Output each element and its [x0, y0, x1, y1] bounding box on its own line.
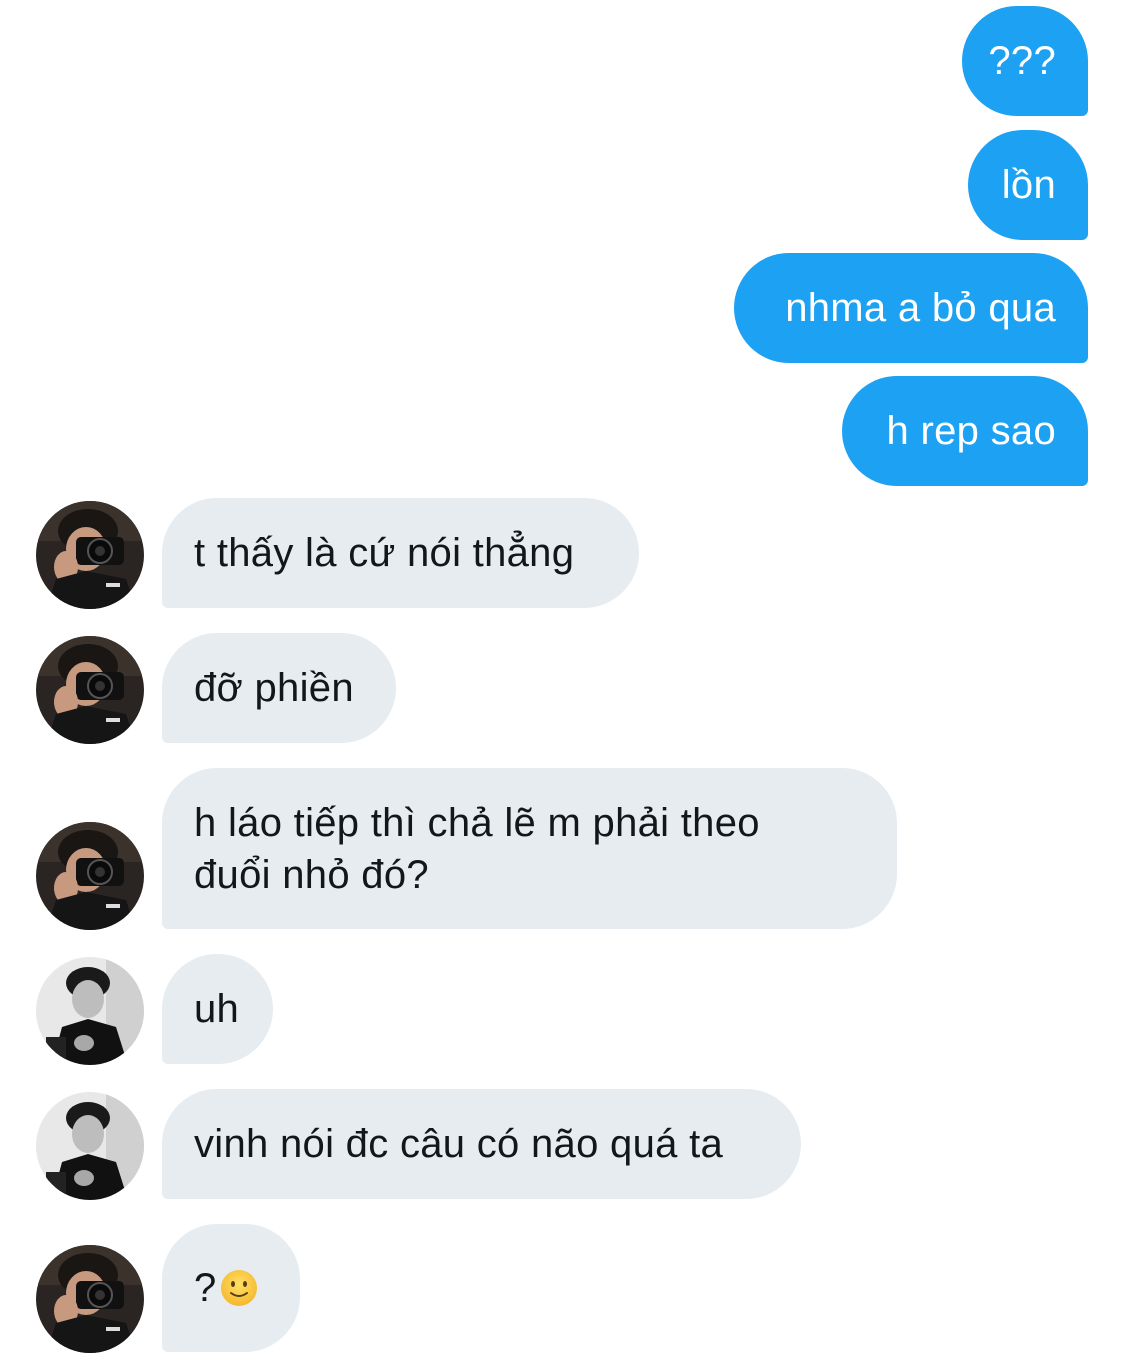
received-message[interactable]: ? [162, 1224, 300, 1352]
camera-person-avatar[interactable] [36, 822, 144, 930]
message-text: h rep sao [886, 409, 1056, 453]
message-text-line-1: h láo tiếp thì chả lẽ m phải theo [194, 800, 760, 845]
message-text: ? [194, 1266, 217, 1310]
bw-portrait-avatar[interactable] [36, 957, 144, 1065]
received-message[interactable]: vinh nói đc câu có não quá ta [162, 1089, 801, 1199]
received-message[interactable]: uh [162, 954, 273, 1064]
message-text: nhma a bỏ qua [785, 286, 1056, 330]
message-text: lồn [1001, 163, 1056, 207]
sent-message[interactable]: lồn [968, 130, 1088, 240]
sent-message[interactable]: ??? [962, 6, 1088, 116]
received-message[interactable]: đỡ phiền [162, 633, 396, 743]
message-text-line-2: đuổi nhỏ đó? [194, 852, 429, 897]
message-text: uh [194, 987, 240, 1031]
message-text: đỡ phiền [194, 666, 354, 710]
camera-person-avatar[interactable] [36, 501, 144, 609]
camera-person-avatar[interactable] [36, 1245, 144, 1353]
message-text: vinh nói đc câu có não quá ta [194, 1122, 724, 1166]
received-message[interactable]: h láo tiếp thì chả lẽ m phải theo đuổi n… [162, 768, 897, 929]
camera-person-avatar[interactable] [36, 636, 144, 744]
slightly-smiling-face-icon [219, 1268, 259, 1308]
received-message[interactable]: t thấy là cứ nói thẳng [162, 498, 639, 608]
bw-portrait-avatar[interactable] [36, 1092, 144, 1200]
sent-message[interactable]: nhma a bỏ qua [734, 253, 1088, 363]
message-text: ??? [988, 39, 1056, 83]
sent-message[interactable]: h rep sao [842, 376, 1088, 486]
message-text: t thấy là cứ nói thẳng [194, 531, 575, 575]
